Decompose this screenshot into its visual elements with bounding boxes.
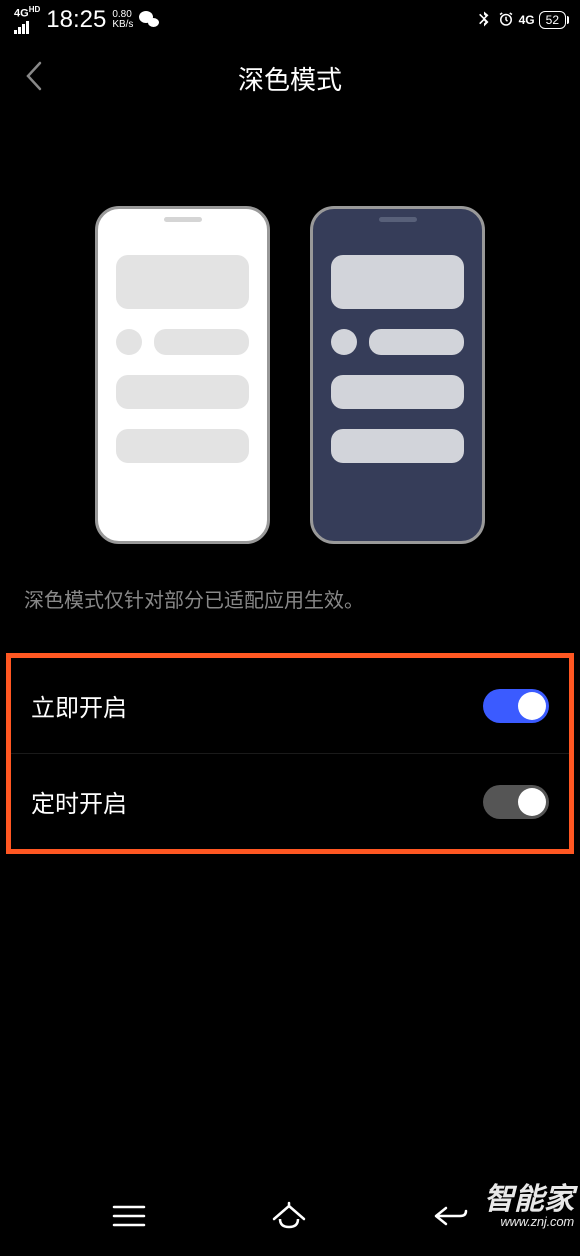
cellular-4g-icon: 4G — [519, 13, 535, 27]
scheduled-label: 定时开启 — [31, 784, 127, 819]
watermark: 智能家 www.znj.com — [484, 1185, 574, 1228]
alarm-icon — [497, 10, 515, 31]
light-mode-preview[interactable] — [95, 206, 270, 544]
signal-bars-icon — [14, 20, 40, 34]
network-indicator: 4GHD — [14, 6, 40, 34]
enable-now-row: 立即开启 — [11, 658, 569, 754]
bluetooth-icon — [475, 10, 493, 31]
highlighted-settings: 立即开启 定时开启 — [6, 653, 574, 854]
network-label: 4G — [14, 8, 29, 20]
enable-now-label: 立即开启 — [31, 688, 127, 723]
description-text: 深色模式仅针对部分已适配应用生效。 — [0, 544, 580, 613]
watermark-text: 智能家 — [484, 1185, 574, 1215]
menu-button[interactable] — [112, 1203, 146, 1229]
battery-indicator: 52 — [539, 11, 566, 29]
status-left: 4GHD 18:25 0.80 KB/s — [14, 6, 159, 34]
status-right: 4G 52 — [475, 10, 566, 31]
home-button[interactable] — [270, 1201, 308, 1231]
scheduled-row: 定时开启 — [11, 754, 569, 849]
watermark-url: www.znj.com — [500, 1215, 574, 1228]
page-header: 深色模式 — [0, 46, 580, 110]
clock-time: 18:25 — [46, 6, 106, 34]
network-speed: 0.80 KB/s — [112, 10, 133, 30]
wechat-icon — [139, 11, 159, 29]
scheduled-toggle[interactable] — [483, 785, 549, 819]
back-button[interactable] — [24, 59, 44, 98]
enable-now-toggle[interactable] — [483, 689, 549, 723]
dark-mode-preview[interactable] — [310, 206, 485, 544]
network-sub: HD — [29, 5, 41, 14]
theme-previews — [0, 206, 580, 544]
page-title: 深色模式 — [0, 60, 580, 97]
status-bar: 4GHD 18:25 0.80 KB/s 4G 52 — [0, 0, 580, 40]
back-nav-button[interactable] — [432, 1202, 468, 1230]
